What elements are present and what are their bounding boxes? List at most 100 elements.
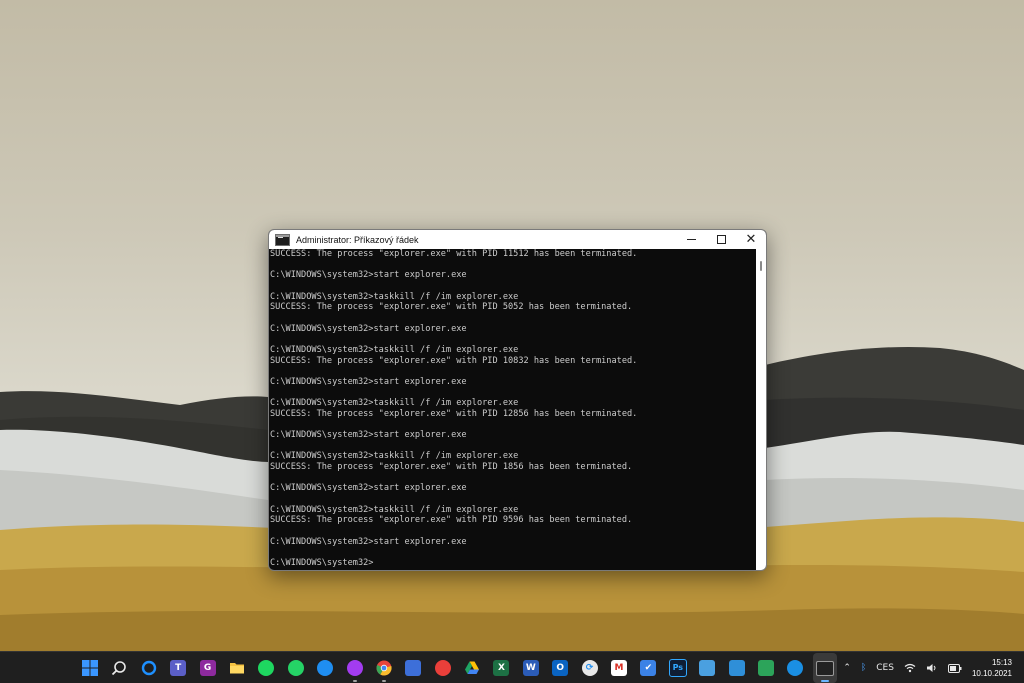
- maximize-icon: [716, 235, 726, 244]
- taskbar-button-search[interactable]: [107, 653, 131, 683]
- photos-icon: [728, 660, 745, 676]
- excel-icon: X: [493, 660, 510, 676]
- console-line: C:\WINDOWS\system32>taskkill /f /im expl…: [270, 504, 519, 515]
- taskbar-button-creative-cloud[interactable]: [431, 653, 455, 683]
- taskbar-button-teams[interactable]: T: [166, 653, 190, 683]
- network-app-icon: [787, 660, 804, 676]
- sync-icon: ⟳: [581, 660, 598, 676]
- command-prompt-window[interactable]: Administrator: Příkazový řádek ✕ SUCCESS…: [268, 229, 767, 571]
- console-line: C:\WINDOWS\system32>: [270, 558, 374, 569]
- volume-icon[interactable]: [926, 663, 938, 673]
- clock-time: 15:13: [991, 658, 1012, 667]
- taskbar-button-excel[interactable]: X: [489, 653, 513, 683]
- console-line: SUCCESS: The process "explorer.exe" with…: [270, 462, 633, 473]
- console-line: C:\WINDOWS\system32>start explorer.exe: [270, 376, 467, 387]
- console-line: C:\WINDOWS\system32>taskkill /f /im expl…: [270, 451, 519, 462]
- console-line: C:\WINDOWS\system32>taskkill /f /im expl…: [270, 344, 519, 355]
- taskbar-button-command-prompt[interactable]: [812, 653, 837, 683]
- g-app-icon: G: [199, 660, 216, 676]
- clock[interactable]: 15:13 10.10.2021: [972, 657, 1012, 679]
- green-diamond-app-icon: [757, 660, 774, 676]
- cortana-icon: [141, 660, 157, 676]
- taskbar-button-gmail[interactable]: M: [607, 653, 631, 683]
- taskbar-button-cortana[interactable]: [137, 653, 161, 683]
- console-line: C:\WINDOWS\system32>start explorer.exe: [270, 483, 467, 494]
- taskbar-button-spotify[interactable]: [254, 653, 278, 683]
- save-disk-icon: [405, 660, 422, 676]
- taskbar-button-word[interactable]: W: [519, 653, 543, 683]
- window-title: Administrator: Příkazový řádek: [296, 234, 419, 245]
- console-output: SUCCESS: The process "explorer.exe" with…: [269, 249, 756, 569]
- photoshop-icon: Ps: [668, 659, 687, 677]
- taskbar-button-g-app[interactable]: G: [196, 653, 220, 683]
- command-prompt-icon: [815, 660, 834, 676]
- creative-cloud-icon: [434, 660, 451, 676]
- scrollbar-thumb[interactable]: [760, 261, 762, 271]
- taskbar-button-google-drive[interactable]: [460, 653, 484, 683]
- taskbar-button-network-app[interactable]: [783, 653, 807, 683]
- taskbar-button-photos[interactable]: [725, 653, 749, 683]
- whatsapp-icon: [287, 660, 304, 676]
- taskbar-button-photoshop[interactable]: Ps: [666, 653, 690, 683]
- taskbar-apps: T G X W O ⟳ M ✔ Ps: [78, 652, 842, 683]
- headphones-app-icon: [317, 660, 334, 676]
- image-viewer-icon: [699, 660, 716, 676]
- command-prompt-icon: [275, 233, 290, 246]
- console-line: SUCCESS: The process "explorer.exe" with…: [270, 515, 633, 526]
- taskbar-button-sync[interactable]: ⟳: [578, 653, 602, 683]
- language-indicator[interactable]: CES: [876, 663, 894, 673]
- todo-icon: ✔: [640, 660, 657, 676]
- taskbar-button-whatsapp[interactable]: [284, 653, 308, 683]
- taskbar-button-headphones-app[interactable]: [313, 653, 337, 683]
- console-line: C:\WINDOWS\system32>start explorer.exe: [270, 430, 467, 441]
- console-line: C:\WINDOWS\system32>taskkill /f /im expl…: [270, 398, 519, 409]
- taskbar-button-green-diamond-app[interactable]: [754, 653, 778, 683]
- minimize-button[interactable]: [676, 230, 706, 249]
- console-line: SUCCESS: The process "explorer.exe" with…: [270, 302, 633, 313]
- search-icon: [111, 660, 127, 676]
- windows-start-icon: [82, 660, 98, 676]
- taskbar-button-windows-start[interactable]: [78, 653, 102, 683]
- vertical-scrollbar[interactable]: [756, 249, 766, 570]
- word-icon: W: [522, 660, 539, 676]
- taskbar-button-todo[interactable]: ✔: [636, 653, 660, 683]
- wifi-icon[interactable]: [904, 663, 916, 673]
- close-button[interactable]: ✕: [736, 230, 766, 249]
- teams-icon: T: [170, 660, 187, 676]
- show-hidden-icons-chevron-icon[interactable]: ⌃: [843, 663, 851, 673]
- console-line: C:\WINDOWS\system32>start explorer.exe: [270, 323, 467, 334]
- maximize-button[interactable]: [706, 230, 736, 249]
- taskbar-button-file-explorer[interactable]: [225, 653, 249, 683]
- taskbar: T G X W O ⟳ M ✔ Ps ⌃ ᛒ CES 15:13 10.10.2…: [0, 651, 1024, 683]
- taskbar-button-chrome[interactable]: [372, 653, 396, 683]
- messenger-icon: [346, 660, 363, 676]
- taskbar-button-save-disk[interactable]: [401, 653, 425, 683]
- outlook-icon: O: [552, 660, 569, 676]
- bluetooth-icon[interactable]: ᛒ: [861, 663, 866, 673]
- google-drive-icon: [464, 660, 480, 676]
- title-bar[interactable]: Administrator: Příkazový řádek ✕: [269, 230, 766, 249]
- taskbar-button-image-viewer[interactable]: [695, 653, 719, 683]
- clock-date: 10.10.2021: [971, 669, 1012, 678]
- chrome-icon: [376, 660, 392, 676]
- close-icon: ✕: [745, 232, 757, 247]
- taskbar-button-messenger[interactable]: [343, 653, 367, 683]
- console-line: C:\WINDOWS\system32>start explorer.exe: [270, 270, 467, 281]
- console-line: SUCCESS: The process "explorer.exe" with…: [270, 355, 638, 366]
- console-output-area[interactable]: SUCCESS: The process "explorer.exe" with…: [269, 249, 756, 570]
- gmail-icon: M: [611, 660, 628, 676]
- spotify-icon: [258, 660, 275, 676]
- console-line: SUCCESS: The process "explorer.exe" with…: [270, 408, 638, 419]
- taskbar-button-outlook[interactable]: O: [548, 653, 572, 683]
- battery-icon[interactable]: [947, 663, 962, 673]
